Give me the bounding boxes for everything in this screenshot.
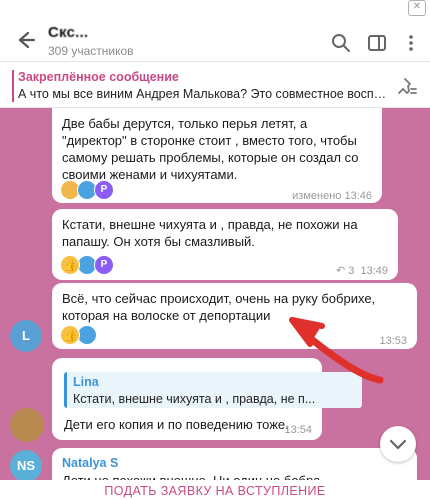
message-bubble[interactable]: Кстати, внешне чихуята и , правда, не по… bbox=[52, 209, 398, 280]
pinned-message-bar[interactable]: Закреплённое сообщение А что мы все вини… bbox=[0, 62, 430, 108]
search-icon[interactable] bbox=[330, 32, 352, 54]
reaction-avatar[interactable]: P bbox=[94, 180, 114, 200]
avatar[interactable]: NS bbox=[10, 450, 42, 480]
message-time: 13:54 bbox=[284, 424, 312, 436]
sidebar-icon[interactable] bbox=[366, 32, 388, 54]
chat-title[interactable]: Скс... bbox=[48, 24, 88, 41]
chat-header: Скс... 309 участников ✕ bbox=[0, 0, 430, 62]
window-close-icon[interactable]: ✕ bbox=[408, 0, 426, 16]
message-text: Кстати, внешне чихуята и , правда, не по… bbox=[62, 217, 358, 249]
join-bar: ПОДАТЬ ЗАЯВКУ НА ВСТУПЛЕНИЕ bbox=[0, 480, 430, 500]
reaction-avatar[interactable]: P bbox=[94, 255, 114, 275]
reaction-list[interactable]: P bbox=[60, 180, 114, 200]
red-arrow-annotation bbox=[289, 317, 384, 384]
reaction-list[interactable]: P bbox=[60, 255, 114, 275]
message-text: Дети его копия и по поведению тоже. bbox=[64, 417, 289, 432]
message-meta: изменено 13:46 bbox=[292, 190, 372, 202]
message-text: Две бабы дерутся, только перья летят, а … bbox=[62, 116, 359, 182]
pinned-label: Закреплённое сообщение bbox=[18, 70, 179, 84]
message-time: 13:49 bbox=[360, 265, 388, 277]
pinned-indicator bbox=[12, 70, 14, 102]
reply-count[interactable]: 3 bbox=[348, 265, 354, 277]
thumbs-up-reaction-icon[interactable] bbox=[60, 255, 80, 275]
pin-list-icon[interactable] bbox=[396, 76, 418, 98]
chevron-down-icon bbox=[389, 439, 407, 450]
message-bubble[interactable]: Natalya S Дети не похожи внешне. Ни один… bbox=[52, 448, 417, 480]
member-count[interactable]: 309 участников bbox=[48, 44, 134, 58]
thumbs-up-reaction-icon[interactable] bbox=[60, 325, 80, 345]
scroll-down-button[interactable] bbox=[380, 426, 416, 462]
more-vert-icon[interactable] bbox=[400, 32, 422, 54]
avatar[interactable] bbox=[10, 408, 44, 442]
reaction-avatar[interactable] bbox=[77, 325, 97, 345]
message-bubble[interactable]: Две бабы дерутся, только перья летят, а … bbox=[52, 108, 382, 203]
reaction-list[interactable] bbox=[60, 325, 97, 345]
back-arrow-icon[interactable] bbox=[10, 26, 38, 54]
chat-messages-area[interactable]: Две бабы дерутся, только перья летят, а … bbox=[0, 108, 430, 480]
reply-arrow-icon[interactable]: ↶ bbox=[336, 265, 345, 277]
sender-name[interactable]: Natalya S bbox=[62, 455, 407, 472]
pinned-text: А что мы все виним Андрея Малькова? Это … bbox=[18, 87, 388, 101]
avatar[interactable]: L bbox=[10, 320, 42, 352]
message-text: Дети не похожи внешне. Ни один не бобра bbox=[62, 472, 407, 480]
message-meta: ↶ 3 13:49 bbox=[336, 263, 388, 280]
join-request-button[interactable]: ПОДАТЬ ЗАЯВКУ НА ВСТУПЛЕНИЕ bbox=[0, 484, 430, 498]
